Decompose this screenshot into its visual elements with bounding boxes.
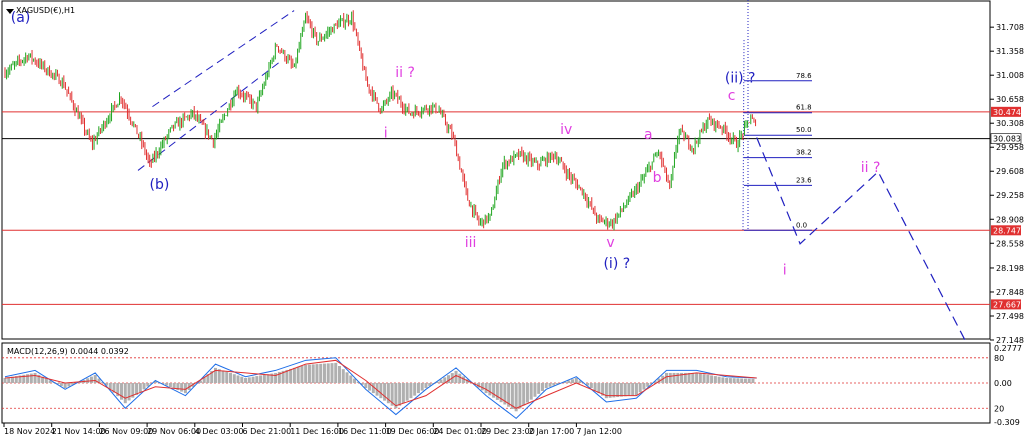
fib-level-label: 0.0 (796, 221, 807, 229)
time-tick-label: 21 Nov 14:00 (52, 427, 106, 436)
price-tick-label: 29.958 (996, 143, 1024, 152)
wave-label: b (653, 170, 662, 186)
time-axis: 18 Nov 202421 Nov 14:0026 Nov 09:0029 No… (3, 423, 622, 436)
wave-label: i (783, 263, 787, 279)
time-tick-label: 19 Dec 06:00 (386, 427, 440, 436)
time-tick-label: 6 Dec 21:00 (243, 427, 292, 436)
macd-tick-label: -0.309 (994, 418, 1020, 427)
macd-tick-label: 20 (994, 404, 1004, 413)
price-tick-label: 27.498 (996, 312, 1024, 321)
fib-level-label: 23.6 (796, 176, 812, 184)
wave-label: (ii) ? (725, 71, 756, 87)
time-tick-label: 29 Nov 06:00 (147, 427, 201, 436)
wave-label: iv (560, 122, 572, 138)
wave-label: ii ? (861, 160, 881, 176)
price-tick-label: 29.258 (996, 191, 1024, 200)
level-price-label: 30.474 (993, 108, 1021, 117)
price-tick-label: 30.308 (996, 119, 1024, 128)
price-tick-label: 31.358 (996, 47, 1024, 56)
time-tick-label: 11 Dec 16:00 (290, 427, 344, 436)
time-tick-label: 29 Dec 23:00 (481, 427, 535, 436)
wave-label: a (644, 127, 653, 143)
symbol-title: XAGUSD(€),H1 (6, 6, 75, 15)
trading-chart[interactable]: 0.023.638.250.061.878.6(a)(b)ii ?iiiiivv… (0, 0, 1024, 441)
fib-level-label: 61.8 (796, 104, 812, 112)
price-tick-label: 28.558 (996, 239, 1024, 248)
macd-tick-label: 0.00 (994, 379, 1012, 388)
wave-label: iii (465, 235, 477, 251)
time-tick-label: 18 Nov 2024 (4, 427, 55, 436)
price-tick-label: 28.198 (996, 264, 1024, 273)
price-tick-label: 30.658 (996, 95, 1024, 104)
wave-label: (i) ? (603, 256, 630, 272)
macd-title: MACD(12,26,9) 0.0044 0.0392 (7, 347, 129, 356)
wave-label: i (384, 125, 388, 141)
time-tick-label: 4 Dec 03:00 (195, 427, 244, 436)
macd-tick-label: 0.2777 (994, 344, 1022, 353)
fib-level-label: 78.6 (796, 72, 812, 80)
price-tick-label: 29.608 (996, 167, 1024, 176)
fib-level-label: 50.0 (796, 126, 812, 134)
price-axis: 30.47428.74727.66730.08331.70831.35831.0… (990, 23, 1024, 345)
price-tick-label: 31.708 (996, 23, 1024, 32)
main-chart-frame (1, 0, 991, 340)
time-tick-label: 16 Dec 11:00 (338, 427, 392, 436)
wave-label: (b) (150, 177, 170, 193)
wave-label: c (728, 88, 736, 104)
macd-axis: 0.277780 0.00 20 -0.309 (994, 344, 1022, 427)
price-tick-label: 31.008 (996, 71, 1024, 80)
macd-tick-label: 80 (994, 354, 1004, 363)
wave-label: ii ? (395, 65, 415, 81)
level-price-label: 28.747 (993, 226, 1021, 235)
fib-level-label: 38.2 (796, 149, 812, 157)
time-tick-label: 24 Dec 01:00 (433, 427, 487, 436)
wave-label: v (606, 235, 614, 251)
chart-symbol-label: XAGUSD(€),H1 (16, 6, 75, 15)
time-tick-label: 26 Nov 09:00 (99, 427, 153, 436)
level-price-label: 27.667 (993, 300, 1021, 309)
price-tick-label: 27.848 (996, 288, 1024, 297)
time-tick-label: 7 Jan 12:00 (576, 427, 622, 436)
time-tick-label: 2 Jan 17:00 (529, 427, 575, 436)
price-tick-label: 28.908 (996, 215, 1024, 224)
